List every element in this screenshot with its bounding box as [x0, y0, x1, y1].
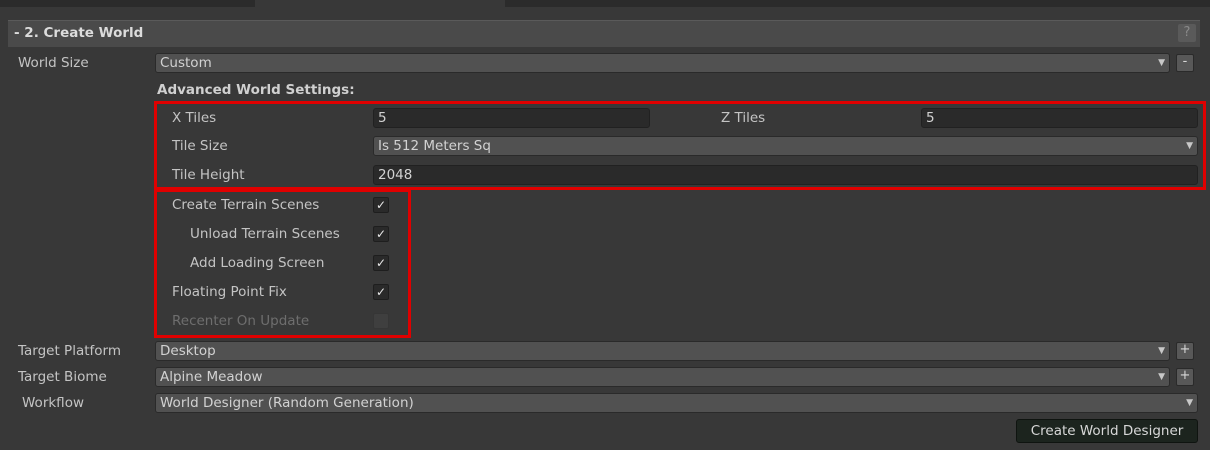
tile-size-label: Tile Size [172, 138, 228, 154]
checkmark-icon: ✓ [375, 256, 387, 270]
target-platform-add-button[interactable]: + [1176, 342, 1194, 360]
add-loading-screen-checkbox[interactable]: ✓ [373, 255, 389, 271]
target-platform-label: Target Platform [18, 343, 121, 359]
world-size-label: World Size [18, 55, 89, 71]
tile-size-value: Is 512 Meters Sq [378, 138, 491, 154]
floating-point-fix-checkbox[interactable]: ✓ [373, 284, 389, 300]
unload-terrain-scenes-checkbox[interactable]: ✓ [373, 226, 389, 242]
create-world-designer-button[interactable]: Create World Designer [1016, 419, 1198, 443]
checkmark-icon: ✓ [375, 227, 387, 241]
triangle-down-icon: ▼ [1158, 58, 1165, 68]
world-size-value: Custom [160, 55, 212, 71]
top-tab-strip-right [505, 0, 1210, 7]
recenter-on-update-label: Recenter On Update [172, 313, 310, 329]
target-biome-dropdown[interactable]: Alpine Meadow ▼ [155, 367, 1170, 387]
section-title: - 2. Create World [14, 25, 144, 41]
workflow-value: World Designer (Random Generation) [160, 395, 414, 411]
x-tiles-field[interactable]: 5 [373, 108, 650, 128]
triangle-down-icon: ▼ [1186, 141, 1193, 151]
z-tiles-field[interactable]: 5 [921, 108, 1198, 128]
target-platform-dropdown[interactable]: Desktop ▼ [155, 341, 1170, 361]
checkmark-icon: ✓ [375, 198, 387, 212]
tile-height-label: Tile Height [172, 167, 245, 183]
tile-size-dropdown[interactable]: Is 512 Meters Sq ▼ [373, 136, 1198, 156]
z-tiles-label: Z Tiles [721, 110, 766, 126]
help-button[interactable]: ? [1178, 24, 1196, 42]
triangle-down-icon: ▼ [1186, 398, 1193, 408]
world-size-dropdown[interactable]: Custom ▼ [155, 53, 1170, 73]
top-tab-strip-left [0, 0, 255, 7]
section-header[interactable]: - 2. Create World ? [8, 20, 1200, 47]
triangle-down-icon: ▼ [1158, 372, 1165, 382]
x-tiles-label: X Tiles [172, 110, 217, 126]
triangle-down-icon: ▼ [1158, 346, 1165, 356]
target-biome-add-button[interactable]: + [1176, 368, 1194, 386]
checkmark-icon: ✓ [375, 285, 387, 299]
unload-terrain-scenes-label: Unload Terrain Scenes [190, 226, 340, 242]
floating-point-fix-label: Floating Point Fix [172, 284, 287, 300]
target-biome-value: Alpine Meadow [160, 369, 263, 385]
workflow-label: Workflow [22, 395, 84, 411]
create-terrain-scenes-checkbox[interactable]: ✓ [373, 197, 389, 213]
world-size-remove-button[interactable]: - [1176, 54, 1194, 72]
create-terrain-scenes-label: Create Terrain Scenes [172, 197, 320, 213]
tile-height-field[interactable]: 2048 [373, 165, 1198, 185]
recenter-on-update-checkbox [373, 313, 389, 329]
target-platform-value: Desktop [160, 343, 216, 359]
advanced-settings-heading: Advanced World Settings: [157, 82, 355, 98]
target-biome-label: Target Biome [18, 369, 107, 385]
add-loading-screen-label: Add Loading Screen [190, 255, 325, 271]
workflow-dropdown[interactable]: World Designer (Random Generation) ▼ [155, 393, 1198, 413]
